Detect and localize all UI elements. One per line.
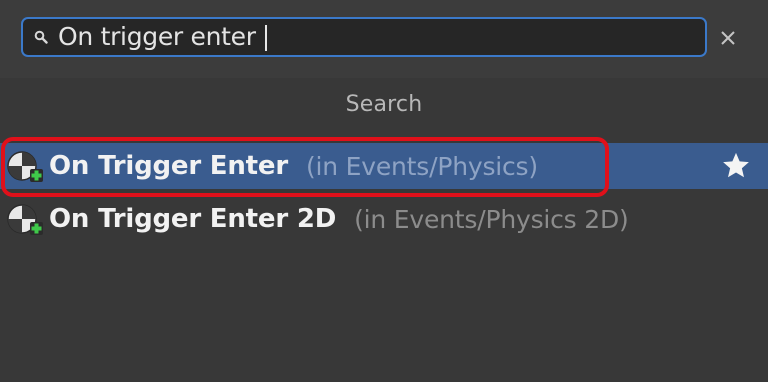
star-icon[interactable] [720,151,752,181]
result-name: On Trigger Enter 2D [49,204,337,234]
search-input[interactable] [58,21,678,53]
result-item-on-trigger-enter[interactable]: On Trigger Enter (in Events/Physics) [0,143,768,189]
result-label: On Trigger Enter 2D (in Events/Physics 2… [49,196,629,242]
event-node-add-icon [7,204,43,235]
section-title: Search [345,92,423,117]
result-path: (in Events/Physics) [305,151,538,181]
search-icon [34,30,48,44]
close-icon [721,31,735,45]
clear-search-button[interactable] [714,22,742,54]
search-field[interactable] [21,17,707,57]
result-name: On Trigger Enter [49,151,288,181]
search-bar [0,0,768,78]
event-node-add-icon [7,151,43,182]
text-caret [265,25,267,51]
result-label: On Trigger Enter (in Events/Physics) [49,143,538,189]
result-item-on-trigger-enter-2d[interactable]: On Trigger Enter 2D (in Events/Physics 2… [0,196,768,242]
fuzzy-finder-window: Search On Trigger Enter (in Events/Physi… [0,0,768,382]
result-path: (in Events/Physics 2D) [354,204,629,234]
